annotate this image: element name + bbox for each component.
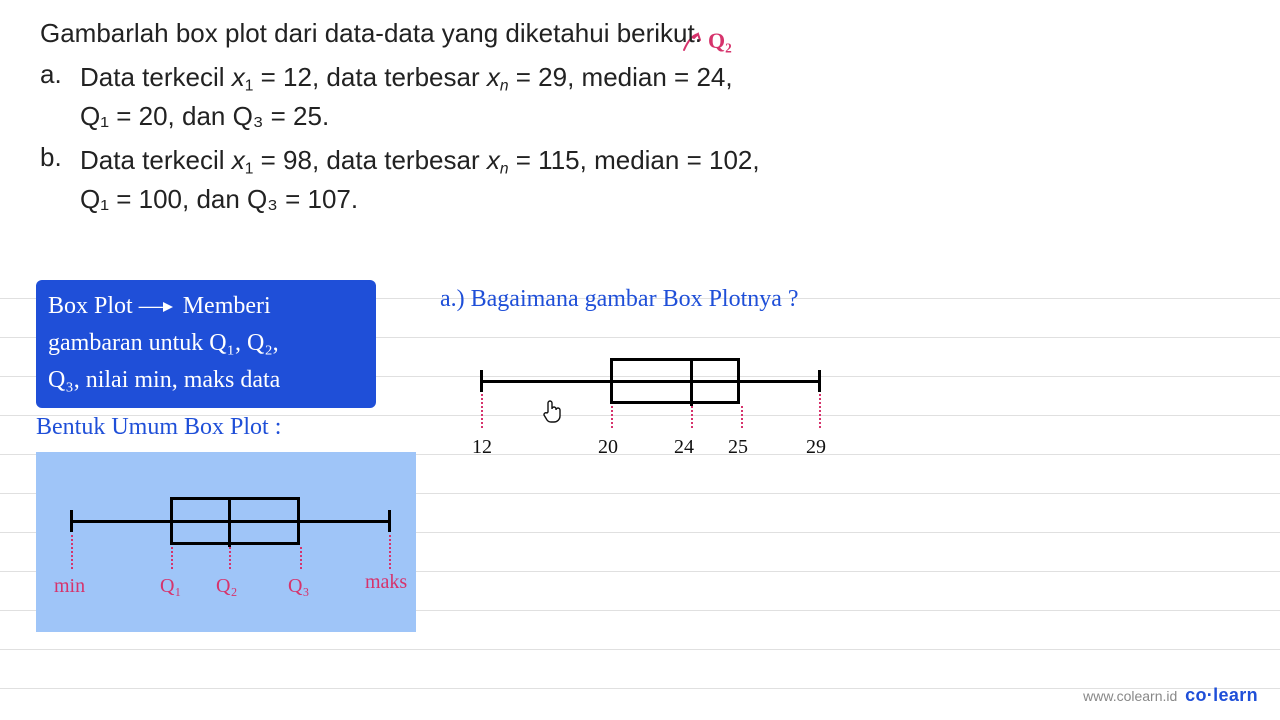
text: = 115, median = 102, — [509, 145, 760, 175]
text: = 98, data terbesar — [253, 145, 486, 175]
arrow-icon — [163, 302, 173, 312]
dash-min — [71, 535, 73, 569]
label-max: maks — [365, 571, 407, 594]
def-line1: Box Plot — Memberi — [48, 288, 364, 325]
var-x1: x — [232, 62, 245, 92]
watermark: www.colearn.id co·learn — [1083, 685, 1258, 706]
value-max: 29 — [806, 436, 826, 459]
min-cap — [480, 370, 483, 392]
var-x1: x — [232, 145, 245, 175]
text: Q₁ = 100, dan Q₃ = 107. — [80, 184, 358, 214]
max-cap — [388, 510, 391, 532]
dash-q3 — [741, 406, 743, 428]
dash-min — [481, 394, 483, 428]
label-q3: Q₃ — [288, 575, 309, 598]
brand-logo: co·learn — [1185, 685, 1258, 705]
dash-max — [819, 394, 821, 428]
cursor-icon — [540, 398, 564, 432]
def-line2: gambaran untuk Q₁, Q₂, — [48, 325, 364, 362]
label-q2: Q₂ — [216, 575, 237, 598]
value-median: 24 — [674, 436, 694, 459]
definition-box: Box Plot — Memberi gambaran untuk Q₁, Q₂… — [36, 280, 376, 408]
dash-q1 — [171, 547, 173, 569]
dash-max — [389, 535, 391, 569]
problem-title: Gambarlah box plot dari data-data yang d… — [40, 18, 1240, 49]
text: Q₁ = 20, dan Q₃ = 25. — [80, 101, 329, 131]
text: Box Plot — [48, 293, 133, 319]
value-min: 12 — [472, 436, 492, 459]
text: = 12, data terbesar — [253, 62, 486, 92]
text: Data terkecil — [80, 145, 232, 175]
def-line3: Q₃, nilai min, maks data — [48, 362, 364, 399]
dash-q3 — [300, 547, 302, 569]
dash-q2 — [691, 406, 693, 428]
problem-item-a: a. Data terkecil x1 = 12, data terbesar … — [40, 59, 1240, 136]
general-form-title: Bentuk Umum Box Plot : — [36, 414, 281, 441]
item-label-a: a. — [40, 59, 80, 136]
item-body-a: Data terkecil x1 = 12, data terbesar xn … — [80, 59, 1240, 136]
item-label-b: b. — [40, 142, 80, 219]
sub-n: n — [500, 161, 509, 178]
value-q3: 25 — [728, 436, 748, 459]
max-cap — [818, 370, 821, 392]
min-cap — [70, 510, 73, 532]
problem-statement: Gambarlah box plot dari data-data yang d… — [0, 0, 1280, 219]
value-q1: 20 — [598, 436, 618, 459]
watermark-url: www.colearn.id — [1083, 688, 1177, 704]
box — [170, 497, 300, 545]
text: Memberi — [183, 293, 271, 319]
text: = 29, median = 24, — [509, 62, 733, 92]
question-a-title: a.) Bagaimana gambar Box Plotnya ? — [440, 286, 799, 313]
box — [610, 358, 740, 404]
median-line — [690, 358, 693, 406]
var-xn: x — [487, 145, 500, 175]
dash-q2 — [229, 547, 231, 569]
sub-n: n — [500, 78, 509, 95]
label-min: min — [54, 575, 85, 598]
dash-q1 — [611, 406, 613, 428]
text: Data terkecil — [80, 62, 232, 92]
problem-item-b: b. Data terkecil x1 = 98, data terbesar … — [40, 142, 1240, 219]
var-xn: x — [487, 62, 500, 92]
label-q1: Q₁ — [160, 575, 181, 598]
item-body-b: Data terkecil x1 = 98, data terbesar xn … — [80, 142, 1240, 219]
median-line — [228, 497, 231, 547]
generic-boxplot: min Q₁ Q₂ Q₃ maks — [60, 475, 400, 615]
